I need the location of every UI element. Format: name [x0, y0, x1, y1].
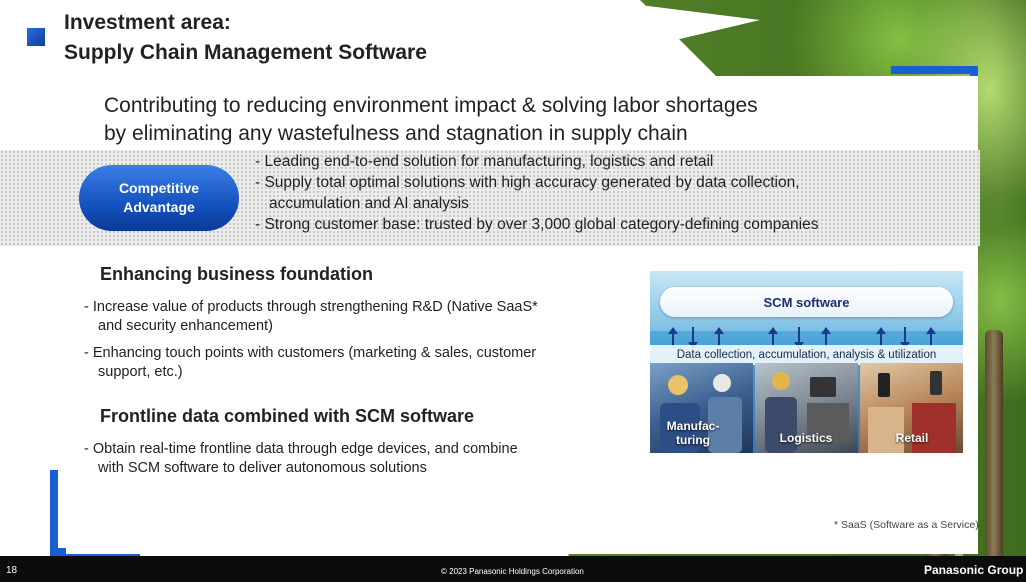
data-flow-label: Data collection, accumulation, analysis … [650, 345, 963, 365]
bullet-text: support, etc.) [98, 364, 183, 380]
advantage-item: - Leading end-to-end solution for manufa… [255, 153, 714, 170]
title-line: Supply Chain Management Software [64, 41, 427, 64]
scm-software-bar: SCM software [660, 287, 953, 317]
segment-label-line: Logistics [779, 431, 833, 445]
title-line: Investment area: [64, 11, 231, 34]
badge-label: Advantage [123, 199, 195, 215]
advantage-item: accumulation and AI analysis [269, 195, 469, 212]
copyright: © 2023 Panasonic Holdings Corporation [441, 567, 584, 576]
headline: Contributing to reducing environment imp… [104, 92, 758, 148]
bullet-text: - Obtain real-time frontline data throug… [84, 441, 518, 457]
bullet-text: and security enhancement) [98, 318, 273, 334]
section-heading-frontline: Frontline data combined with SCM softwar… [100, 406, 475, 426]
competitive-advantage-badge: Competitive Advantage [79, 165, 239, 231]
brand-logo: Panasonic Group [924, 563, 1024, 577]
headline-line: Contributing to reducing environment imp… [104, 94, 758, 117]
accent-bar [891, 66, 978, 74]
headline-line: by eliminating any wastefulness and stag… [104, 122, 688, 145]
page-title: Investment area: Supply Chain Management… [64, 8, 427, 68]
page-number: 18 [6, 565, 18, 576]
advantage-item: - Supply total optimal solutions with hi… [255, 174, 800, 191]
tree-trunk [985, 330, 1003, 560]
accent-bar [50, 470, 58, 556]
bullet-text: - Enhancing touch points with customers … [84, 345, 537, 361]
arrow-down-icon [688, 327, 698, 349]
advantage-item: - Strong customer base: trusted by over … [255, 216, 819, 233]
section-heading-foundation: Enhancing business foundation [100, 264, 374, 284]
footnote: * SaaS (Software as a Service) [834, 519, 979, 531]
bullet-item: - Enhancing touch points with customers … [84, 344, 644, 382]
arrow-down-icon [794, 327, 804, 349]
segment-label-retail: Retail [882, 431, 942, 445]
arrow-down-icon [900, 327, 910, 349]
segment-label-line: turing [676, 433, 710, 447]
segment-label-line: Manufac- [666, 419, 720, 433]
badge-label: Competitive [118, 180, 200, 196]
bullet-text: with SCM software to deliver autonomous … [98, 460, 427, 476]
segment-label-manufacturing: Manufac- turing [660, 419, 726, 447]
bullet-text: - Increase value of products through str… [84, 299, 538, 315]
frontline-bullets: - Obtain real-time frontline data throug… [84, 440, 644, 486]
segment-label-line: Retail [895, 431, 929, 445]
foundation-bullets: - Increase value of products through str… [84, 298, 644, 390]
bullet-item: - Obtain real-time frontline data throug… [84, 440, 644, 478]
scm-diagram: SCM software Data collection, accumulati… [650, 271, 963, 453]
advantage-list: - Leading end-to-end solution for manufa… [255, 151, 818, 235]
bullet-item: - Increase value of products through str… [84, 298, 644, 336]
title-marker-icon [27, 28, 45, 46]
segment-label-logistics: Logistics [766, 431, 846, 445]
